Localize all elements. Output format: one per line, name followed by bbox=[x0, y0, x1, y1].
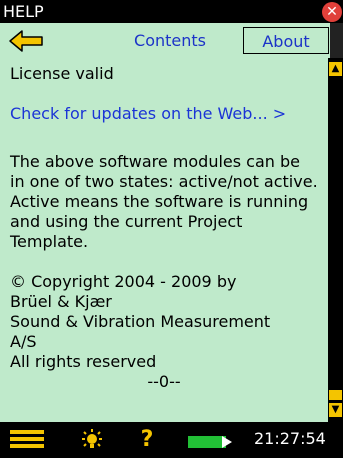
clock: 21:27:54 bbox=[254, 429, 326, 448]
help-icon[interactable]: ? bbox=[137, 428, 157, 452]
paragraph-line: Template. bbox=[10, 232, 89, 251]
bulb-icon[interactable] bbox=[79, 428, 105, 452]
menu-icon[interactable] bbox=[10, 430, 44, 448]
paragraph-line: Active means the software is running bbox=[10, 192, 309, 211]
close-button[interactable]: ✕ bbox=[322, 2, 342, 22]
copyright-line: All rights reserved bbox=[10, 352, 157, 371]
copyright-line: A/S bbox=[10, 332, 37, 351]
nav-bar: Contents About bbox=[0, 23, 343, 59]
scroll-down-button[interactable]: ▼ bbox=[329, 403, 342, 417]
paragraph-line: in one of two states: active/not active. bbox=[10, 172, 318, 191]
copyright-line: © Copyright 2004 - 2009 by bbox=[10, 272, 237, 291]
chevron-down-icon: ▼ bbox=[331, 404, 340, 415]
copyright-line: Sound & Vibration Measurement bbox=[10, 312, 271, 331]
license-status: License valid bbox=[10, 64, 114, 83]
nav-edge bbox=[330, 23, 343, 58]
check-updates-link[interactable]: Check for updates on the Web... > bbox=[10, 104, 286, 124]
copyright-line: Brüel & Kjær bbox=[10, 292, 112, 311]
tab-about[interactable]: About bbox=[243, 27, 329, 54]
status-bar: ? 21:27:54 bbox=[0, 422, 343, 456]
window-title: HELP bbox=[3, 2, 44, 21]
close-icon: ✕ bbox=[326, 4, 338, 20]
end-marker: --0-- bbox=[147, 372, 181, 391]
chevron-up-icon: ▲ bbox=[331, 63, 340, 74]
bulb-glyph bbox=[82, 429, 102, 448]
back-arrow-icon bbox=[9, 30, 43, 52]
scrollbar[interactable]: ▲ ▼ bbox=[328, 58, 343, 422]
help-content: License valid Check for updates on the W… bbox=[0, 58, 328, 422]
back-button[interactable] bbox=[8, 29, 44, 53]
title-bar: HELP ✕ bbox=[0, 0, 343, 23]
scroll-up-button[interactable]: ▲ bbox=[329, 62, 342, 76]
tab-contents[interactable]: Contents bbox=[96, 31, 244, 50]
paragraph-line: The above software modules can be bbox=[10, 152, 300, 171]
scroll-thumb[interactable] bbox=[329, 390, 342, 400]
paragraph-line: and using the current Project bbox=[10, 212, 243, 231]
battery-icon[interactable] bbox=[188, 433, 232, 448]
